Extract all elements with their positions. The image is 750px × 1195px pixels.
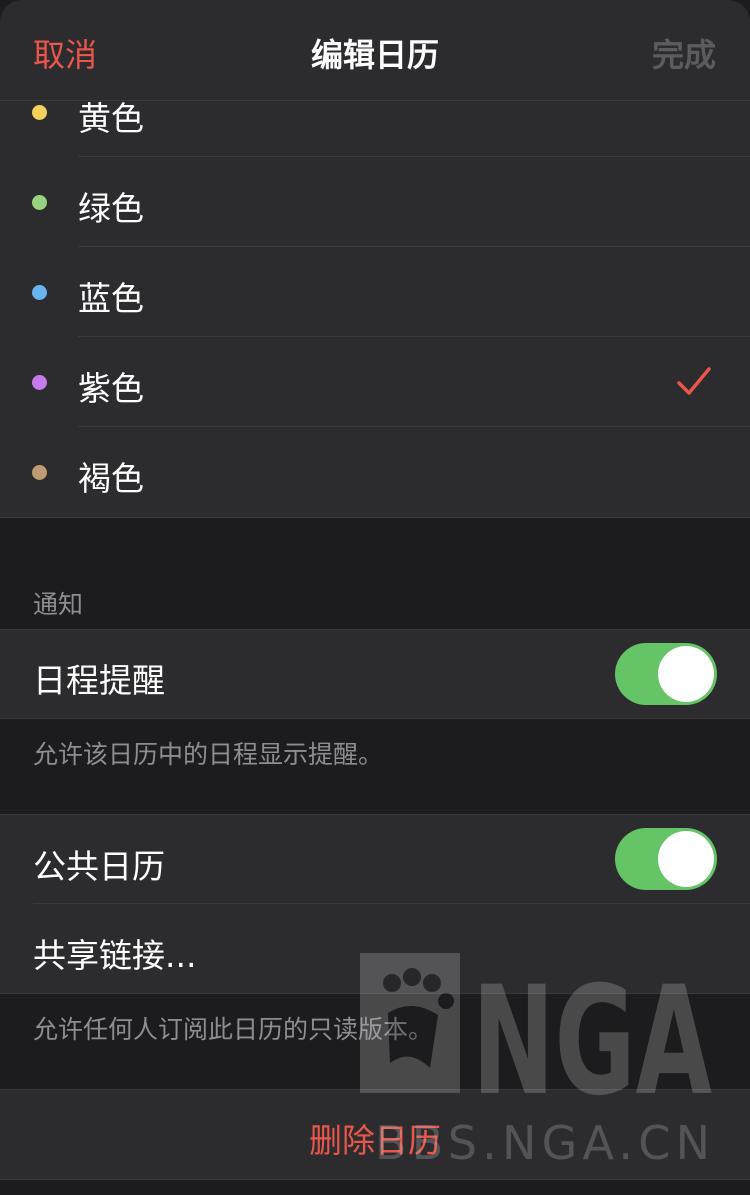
- notifications-footer: 允许该日历中的日程显示提醒。: [33, 740, 384, 769]
- event-alerts-toggle[interactable]: [615, 643, 717, 705]
- purple-dot-icon: [32, 375, 47, 390]
- event-alerts-label: 日程提醒: [33, 661, 165, 700]
- delete-calendar-row: 删除日历: [0, 1089, 750, 1180]
- edit-calendar-sheet: 黄色 绿色 蓝色 紫色 褐色 取消 编辑日历 完成 通知 日程提醒 允许该日历中…: [0, 0, 750, 1195]
- color-label: 褐色: [78, 459, 144, 498]
- color-list: 黄色 绿色 蓝色 紫色 褐色: [0, 67, 750, 518]
- done-button[interactable]: 完成: [652, 30, 716, 76]
- public-calendar-group: 公共日历 共享链接...: [0, 814, 750, 994]
- green-dot-icon: [32, 195, 47, 210]
- toggle-knob: [658, 831, 714, 887]
- public-calendar-footer: 允许任何人订阅此日历的只读版本。: [33, 1015, 434, 1044]
- toggle-knob: [658, 646, 714, 702]
- page-title: 编辑日历: [310, 36, 439, 74]
- blue-dot-icon: [32, 285, 47, 300]
- color-label: 紫色: [78, 369, 144, 408]
- share-link-button[interactable]: 共享链接...: [33, 929, 196, 977]
- checkmark-icon: [677, 367, 711, 395]
- section-header-notifications: 通知: [33, 590, 84, 619]
- color-option-brown[interactable]: 褐色: [0, 427, 750, 517]
- divider: [33, 903, 750, 904]
- event-alerts-row: 日程提醒: [0, 629, 750, 719]
- nav-bar: 取消 编辑日历 完成: [0, 0, 750, 101]
- color-label: 绿色: [78, 189, 144, 228]
- public-calendar-label: 公共日历: [33, 847, 165, 886]
- public-calendar-toggle[interactable]: [615, 828, 717, 890]
- brown-dot-icon: [32, 465, 47, 480]
- color-option-blue[interactable]: 蓝色: [0, 247, 750, 337]
- yellow-dot-icon: [32, 105, 47, 120]
- color-option-green[interactable]: 绿色: [0, 157, 750, 247]
- delete-calendar-button[interactable]: 删除日历: [0, 1114, 750, 1162]
- color-label: 蓝色: [78, 279, 144, 318]
- color-option-purple[interactable]: 紫色: [0, 337, 750, 427]
